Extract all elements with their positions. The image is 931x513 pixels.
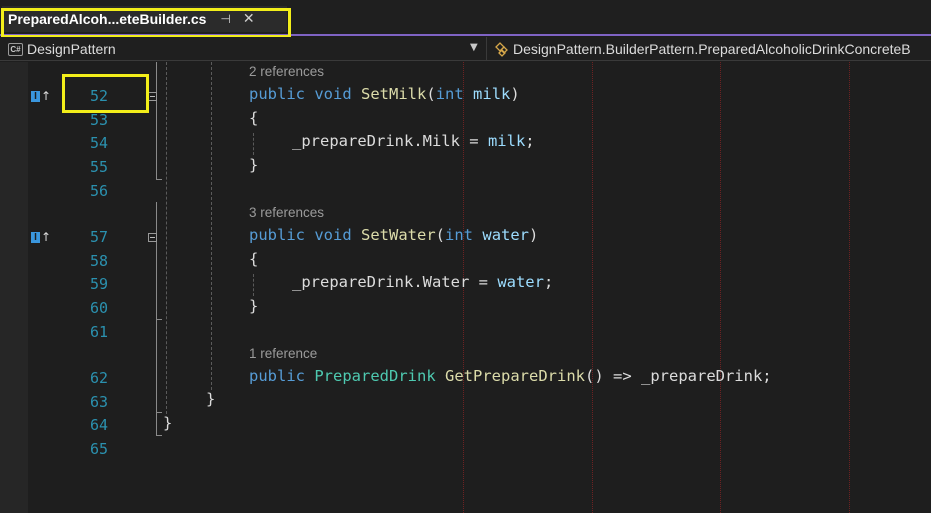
pin-icon[interactable]: ⊣ [220,12,230,26]
type-path: DesignPattern.BuilderPattern.PreparedAlc… [513,41,911,57]
outline-end [156,435,162,436]
indent-guide [253,274,254,296]
line-number: 52 [89,87,108,105]
navigation-bar: C# DesignPattern ▼ DesignPattern.Builder… [0,37,931,61]
line-number: 64 [89,416,108,434]
line-number: 65 [89,440,108,458]
line-number: 59 [89,275,108,293]
project-dropdown[interactable]: C# DesignPattern [4,39,486,59]
indent-guide [253,133,254,155]
tab-bar: PreparedAlcoh...eteBuilder.cs ⊣ ✕ [0,0,931,34]
tab-title[interactable]: PreparedAlcoh...eteBuilder.cs [8,11,206,27]
code-line: public void SetMilk(int milk) [249,85,520,103]
implementation-icon[interactable]: I ↑ [31,89,51,103]
line-number: 60 [89,299,108,317]
csharp-project-icon: C# [8,42,23,56]
line-number: 63 [89,393,108,411]
document-tab[interactable]: PreparedAlcoh...eteBuilder.cs ⊣ ✕ [2,6,287,32]
line-number: 53 [89,111,108,129]
collapse-toggle[interactable] [148,92,157,101]
class-icon [495,42,508,57]
code-line: _prepareDrink.Milk = milk; [292,132,535,150]
line-number: 54 [89,134,108,152]
code-line: } [249,156,259,174]
arrow-up-icon: ↑ [40,89,51,103]
column-guide [849,62,850,513]
codelens-references[interactable]: 2 references [249,64,324,79]
type-dropdown[interactable]: DesignPattern.BuilderPattern.PreparedAlc… [494,39,911,59]
collapse-toggle[interactable] [148,233,157,242]
outline-end [156,412,162,413]
close-icon[interactable]: ✕ [243,11,255,27]
line-number: 58 [89,252,108,270]
outline-end [156,179,162,180]
indicator-margin [0,62,28,513]
line-number: 56 [89,182,108,200]
column-guide [720,62,721,513]
code-line: public PreparedDrink GetPrepareDrink() =… [249,367,772,385]
tab-accent-line [0,34,931,36]
nav-divider [486,37,487,60]
interface-icon: I [31,231,40,243]
line-number: 57 [89,228,108,246]
line-number: 55 [89,158,108,176]
code-line: } [249,297,259,315]
chevron-down-icon[interactable]: ▼ [470,42,478,53]
project-name: DesignPattern [27,41,116,57]
codelens-references[interactable]: 3 references [249,205,324,220]
outline-guide [156,62,157,179]
code-line: _prepareDrink.Water = water; [292,273,554,291]
arrow-up-icon: ↑ [40,230,51,244]
line-number: 61 [89,323,108,341]
indent-guide [211,62,212,390]
interface-icon: I [31,90,40,102]
code-line: { [249,109,259,127]
code-line: } [206,390,216,408]
line-number: 62 [89,369,108,387]
code-line: public void SetWater(int water) [249,226,539,244]
code-editor[interactable]: 52 53 54 55 56 57 58 59 60 61 62 63 64 6… [0,62,931,513]
outline-end [156,319,162,320]
codelens-references[interactable]: 1 reference [249,346,317,361]
indent-guide [166,62,167,414]
code-line: { [249,250,259,268]
column-guide [592,62,593,513]
implementation-icon[interactable]: I ↑ [31,230,51,244]
code-line: } [163,414,173,432]
